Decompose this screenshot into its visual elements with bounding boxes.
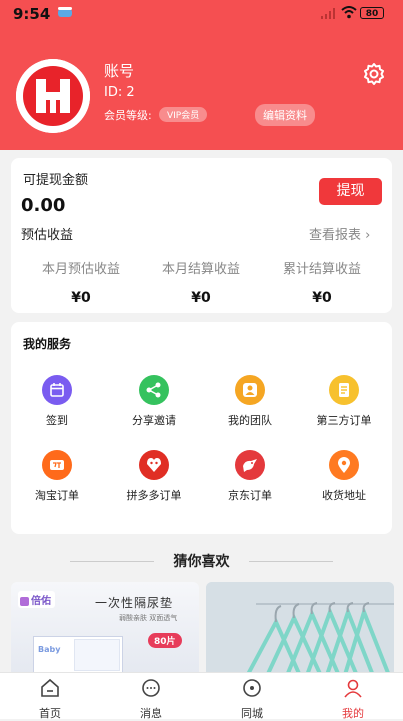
estimated-earnings-label: 预估收益 (21, 228, 74, 243)
wallet-card: 可提现金额 0.00 提现 预估收益 查看报表 › 本月预估收益 ¥0 本月结算… (11, 158, 392, 313)
gear-icon[interactable] (362, 62, 386, 86)
bottom-tab-bar: 首页 消息 同城 我的 (0, 672, 403, 721)
withdraw-button[interactable]: 提现 (319, 178, 382, 205)
product-card[interactable] (206, 582, 394, 678)
status-bar: 9:54 80 (0, 0, 403, 28)
share-icon (139, 375, 169, 405)
edit-profile-button[interactable]: 编辑资料 (255, 104, 315, 126)
stat-value: ¥0 (312, 290, 332, 306)
stat-month-settled: 本月结算收益 ¥0 (141, 258, 261, 306)
service-team[interactable]: 我的团队 (209, 375, 291, 428)
jd-icon (235, 450, 265, 480)
product-headline: 一次性隔尿垫 (95, 596, 174, 610)
stat-label: 累计结算收益 (282, 262, 361, 277)
profile-header: 9:54 80 账号 ID: 2 会员等级: VIP会员 编辑资料 (0, 0, 403, 150)
stat-label: 本月预估收益 (41, 262, 120, 277)
brand-text: 倍佑 (31, 596, 51, 607)
home-icon (41, 678, 59, 697)
stat-label: 本月结算收益 (161, 262, 240, 277)
hanger-image (206, 582, 394, 678)
cloud-icon (58, 7, 72, 17)
product-subtitle: 弱酸亲肤 双面透气 (119, 614, 178, 622)
service-label: 签到 (46, 414, 68, 427)
product-card[interactable]: 倍佑 一次性隔尿垫 弱酸亲肤 双面透气 Baby 80片 (11, 582, 199, 678)
withdrawable-amount: 0.00 (21, 195, 66, 216)
service-label: 我的团队 (228, 414, 272, 427)
stat-value: ¥0 (71, 290, 91, 306)
signal-icon (321, 8, 335, 19)
stat-month-estimated: 本月预估收益 ¥0 (21, 258, 141, 306)
view-report-link[interactable]: 查看报表 › (309, 224, 370, 243)
avatar[interactable] (16, 59, 90, 133)
tab-profile[interactable]: 我的 (303, 673, 403, 721)
product-badge: 80片 (148, 633, 182, 648)
username: 账号 (104, 62, 135, 80)
service-taobao-orders[interactable]: 淘宝订单 (16, 450, 98, 503)
service-checkin[interactable]: 签到 (16, 375, 98, 428)
services-card: 我的服务 签到 分享邀请 我的团队 第三方订单 淘宝订单 拼多多订单 京东订单 … (11, 322, 392, 534)
service-share[interactable]: 分享邀请 (113, 375, 195, 428)
member-level-label: 会员等级: (104, 109, 152, 122)
stat-value: ¥0 (191, 290, 211, 306)
tab-nearby[interactable]: 同城 (202, 673, 302, 721)
user-id: ID: 2 (104, 85, 135, 100)
pinduoduo-icon (139, 450, 169, 480)
package-label: Baby (38, 645, 61, 654)
taobao-icon (42, 450, 72, 480)
service-label: 分享邀请 (132, 414, 176, 427)
tab-home[interactable]: 首页 (0, 673, 100, 721)
profile-icon (344, 679, 362, 698)
calendar-icon (42, 375, 72, 405)
service-jd-orders[interactable]: 京东订单 (209, 450, 291, 503)
logo-icon (16, 59, 90, 133)
location-icon (329, 450, 359, 480)
brand-logo-icon (20, 596, 29, 606)
service-pinduoduo-orders[interactable]: 拼多多订单 (113, 450, 195, 503)
service-third-party-orders[interactable]: 第三方订单 (303, 375, 385, 428)
divider (249, 561, 333, 562)
package-insert (74, 639, 120, 671)
tab-messages[interactable]: 消息 (101, 673, 201, 721)
service-label: 拼多多订单 (126, 489, 182, 502)
service-label: 淘宝订单 (35, 489, 79, 502)
nearby-icon (243, 679, 261, 697)
withdrawable-label: 可提现金额 (23, 173, 89, 188)
team-icon (235, 375, 265, 405)
stat-total-settled: 累计结算收益 ¥0 (262, 258, 382, 306)
product-brand: 倍佑 (18, 591, 55, 608)
services-title: 我的服务 (23, 337, 72, 351)
message-icon (142, 679, 160, 697)
order-icon (329, 375, 359, 405)
battery-icon: 80 (360, 7, 384, 19)
service-shipping-address[interactable]: 收货地址 (303, 450, 385, 503)
tab-label: 同城 (241, 707, 263, 720)
vip-badge: VIP会员 (159, 107, 208, 122)
tab-label: 首页 (39, 707, 61, 720)
service-label: 京东订单 (228, 489, 272, 502)
wifi-icon (341, 6, 357, 19)
tab-label: 消息 (140, 707, 162, 720)
recommend-title: 猜你喜欢 (173, 554, 230, 570)
service-label: 收货地址 (322, 489, 366, 502)
service-label: 第三方订单 (316, 414, 372, 427)
status-time: 9:54 (13, 5, 51, 23)
tab-label: 我的 (342, 707, 364, 720)
